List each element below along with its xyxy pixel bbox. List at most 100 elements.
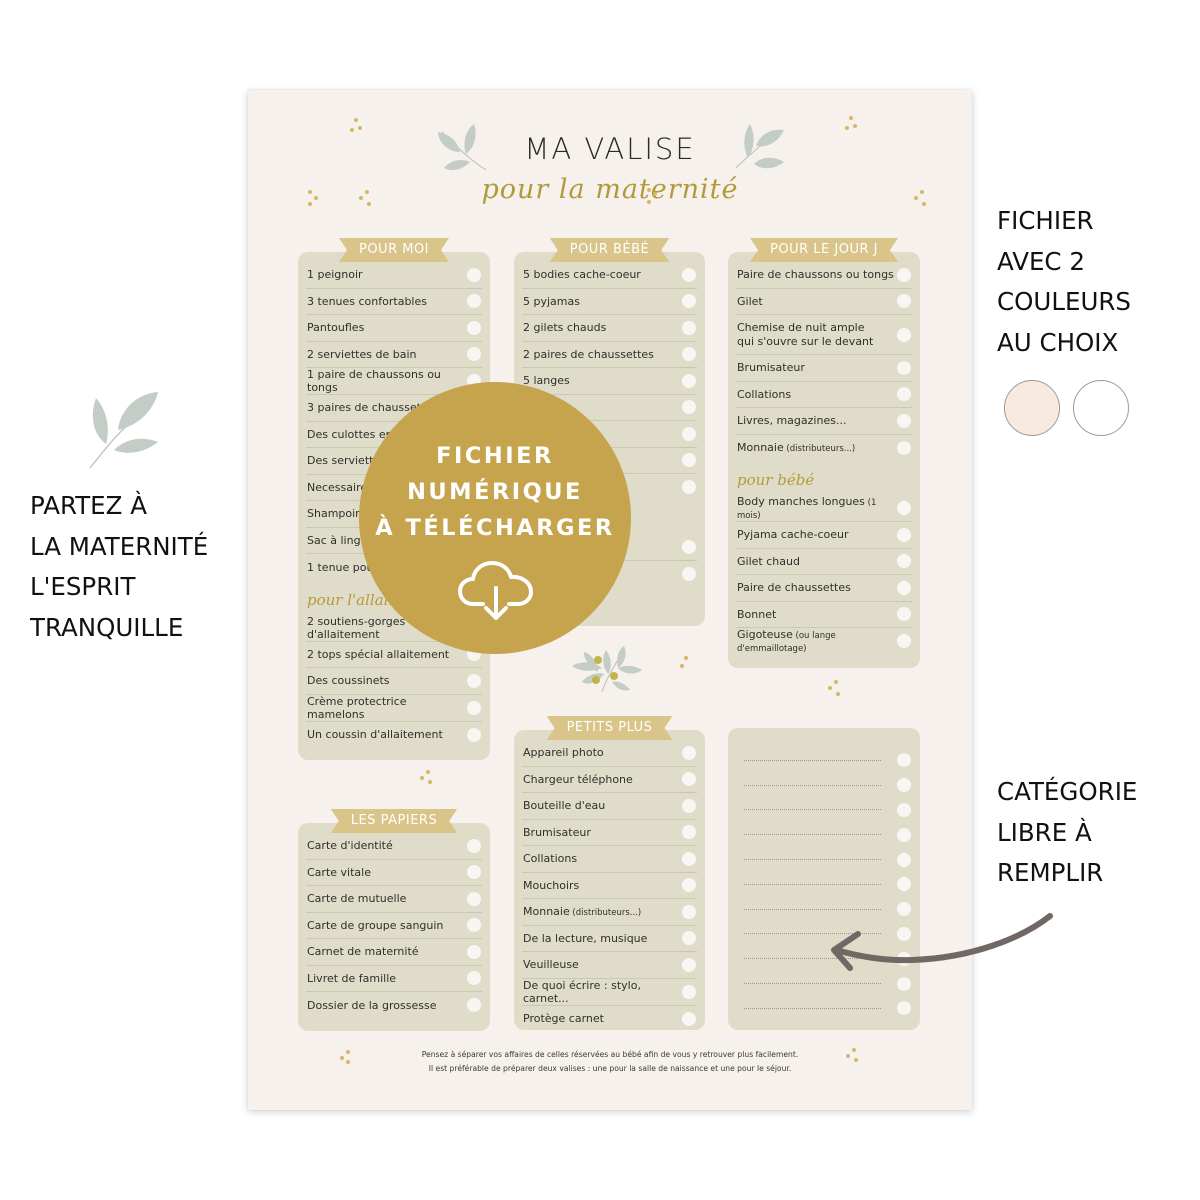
item-label: 5 langes <box>523 374 570 388</box>
checkbox-circle[interactable] <box>897 877 911 892</box>
checkbox-circle[interactable] <box>682 745 696 760</box>
checklist-item: 3 tenues confortables <box>306 289 482 315</box>
checkbox-circle[interactable] <box>897 1001 911 1016</box>
checkbox-circle[interactable] <box>682 453 696 468</box>
item-label: Collations <box>523 852 578 866</box>
dots-decoration <box>647 188 661 204</box>
checkbox-circle[interactable] <box>682 772 696 787</box>
color-swatch-beige[interactable] <box>1004 380 1060 436</box>
checkbox-circle[interactable] <box>467 998 481 1013</box>
checkbox-circle[interactable] <box>467 700 481 715</box>
section-les-papiers: LES PAPIERS Carte d'identité Carte vitale… <box>298 823 490 1031</box>
blank-checklist-line[interactable] <box>736 798 912 823</box>
checkbox-circle[interactable] <box>467 918 481 933</box>
dots-decoration <box>308 190 322 206</box>
checkbox-circle[interactable] <box>682 825 696 840</box>
checkbox-circle[interactable] <box>897 607 911 622</box>
dotted-line <box>744 983 881 985</box>
checkbox-circle[interactable] <box>682 373 696 388</box>
checkbox-circle[interactable] <box>682 294 696 309</box>
item-label: 1 peignoir <box>307 268 363 282</box>
item-label: Livret de famille <box>307 971 397 985</box>
checkbox-circle[interactable] <box>467 865 481 880</box>
blank-checklist-line[interactable] <box>736 847 912 872</box>
checklist-item: De la lecture, musique <box>522 926 697 952</box>
checklist-item: Chemise de nuit ample qui s'ouvre sur le… <box>736 315 912 355</box>
checklist-item: Carte de mutuelle <box>306 886 482 913</box>
checkbox-circle[interactable] <box>682 878 696 893</box>
checkbox-circle[interactable] <box>682 567 696 582</box>
checklist-item: Bouteille d'eau <box>522 793 697 820</box>
blank-checklist-line[interactable] <box>736 748 912 773</box>
checkbox-circle[interactable] <box>897 360 911 375</box>
checkbox-circle[interactable] <box>682 851 696 866</box>
checkbox-circle[interactable] <box>682 347 696 362</box>
dots-decoration <box>828 680 842 696</box>
free-category-tagline: CATÉGORIE LIBRE À REMPLIR <box>997 777 1138 887</box>
item-label: Monnaie (distributeurs...) <box>737 441 856 455</box>
checkbox-circle[interactable] <box>897 413 911 428</box>
section-title: POUR LE JOUR J <box>750 238 898 262</box>
checkbox-circle[interactable] <box>897 852 911 867</box>
leaf-sprig-icon <box>89 392 158 469</box>
checkbox-circle[interactable] <box>682 1011 696 1026</box>
checkbox-circle[interactable] <box>682 798 696 813</box>
checkbox-circle[interactable] <box>467 891 481 906</box>
item-label: Brumisateur <box>737 361 805 375</box>
checkbox-circle[interactable] <box>897 501 911 515</box>
item-label: Carte d'identité <box>307 839 393 853</box>
blank-checklist-line[interactable] <box>736 773 912 798</box>
checkbox-circle[interactable] <box>467 267 481 282</box>
checkbox-circle[interactable] <box>897 267 911 282</box>
checkbox-circle[interactable] <box>682 540 696 555</box>
checklist-item: Livret de famille <box>306 966 482 992</box>
download-badge[interactable]: FICHIER NUMÉRIQUE À TÉLÉCHARGER <box>359 382 631 654</box>
checkbox-circle[interactable] <box>467 673 481 688</box>
checklist-item: 1 peignoir <box>306 262 482 289</box>
checkbox-circle[interactable] <box>897 580 911 595</box>
item-label: Chargeur téléphone <box>523 772 633 786</box>
color-swatch-white[interactable] <box>1073 380 1129 436</box>
blank-checklist-line[interactable] <box>736 996 912 1021</box>
checkbox-circle[interactable] <box>897 294 911 309</box>
checkbox-circle[interactable] <box>897 778 911 793</box>
checkbox-circle[interactable] <box>682 931 696 946</box>
checkbox-circle[interactable] <box>897 327 911 342</box>
item-label: Collations <box>737 387 792 401</box>
checkbox-circle[interactable] <box>467 294 481 309</box>
dots-decoration <box>680 656 694 672</box>
checkbox-circle[interactable] <box>682 426 696 441</box>
checklist-item: Paire de chaussons ou tongs <box>736 262 912 289</box>
checkbox-circle[interactable] <box>897 440 911 455</box>
checkbox-circle[interactable] <box>467 727 481 742</box>
checkbox-circle[interactable] <box>897 976 911 991</box>
left-tagline: PARTEZ À LA MATERNITÉ L'ESPRIT TRANQUILL… <box>30 491 209 642</box>
checkbox-circle[interactable] <box>682 984 696 999</box>
checklist-item: Protège carnet <box>522 1006 697 1033</box>
checkbox-circle[interactable] <box>897 387 911 402</box>
checkbox-circle[interactable] <box>682 957 696 972</box>
blank-checklist-line[interactable] <box>736 822 912 847</box>
checkbox-circle[interactable] <box>467 347 481 362</box>
checkbox-circle[interactable] <box>897 527 911 542</box>
checkbox-circle[interactable] <box>682 904 696 919</box>
checkbox-circle[interactable] <box>467 320 481 335</box>
dotted-line <box>744 1007 881 1009</box>
checkbox-circle[interactable] <box>682 320 696 335</box>
blank-checklist-line[interactable] <box>736 872 912 897</box>
checkbox-circle[interactable] <box>467 944 481 959</box>
checklist-item: Chargeur téléphone <box>522 767 697 793</box>
checkbox-circle[interactable] <box>467 838 481 853</box>
checkbox-circle[interactable] <box>682 400 696 415</box>
badge-line-2: NUMÉRIQUE <box>407 479 583 505</box>
item-label: Chemise de nuit ample qui s'ouvre sur le… <box>737 320 874 348</box>
checkbox-circle[interactable] <box>897 554 911 569</box>
item-label: 2 serviettes de bain <box>307 347 417 361</box>
checkbox-circle[interactable] <box>897 802 911 817</box>
checkbox-circle[interactable] <box>897 634 911 649</box>
checkbox-circle[interactable] <box>682 267 696 282</box>
checkbox-circle[interactable] <box>467 971 481 986</box>
checkbox-circle[interactable] <box>897 753 911 768</box>
checkbox-circle[interactable] <box>682 480 696 495</box>
checkbox-circle[interactable] <box>897 827 911 842</box>
